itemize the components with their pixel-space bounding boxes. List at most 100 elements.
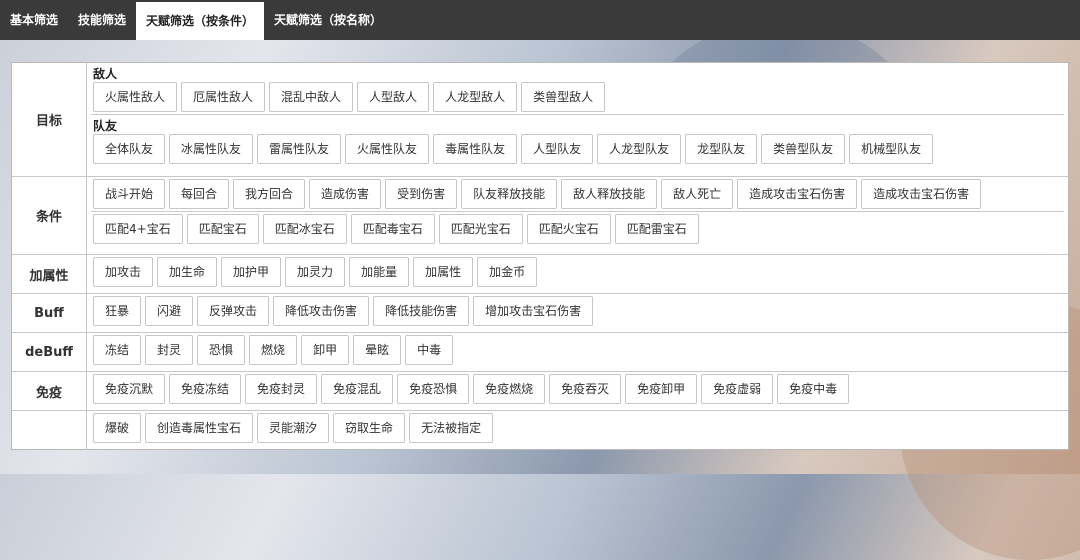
gem-filter-chip[interactable]: 匹配宝石 <box>186 214 259 244</box>
immune-filter-chip[interactable]: 免疫虚弱 <box>701 374 774 404</box>
ally-filter-chip[interactable]: 机械型队友 <box>849 134 934 164</box>
enemy-filter-chip[interactable]: 人型敌人 <box>357 82 430 112</box>
chips-ally: 全体队友 冰属性队友 雷属性队友 火属性队友 毒属性队友 人型队友 人龙型队友 龙型队友 类兽型… <box>91 134 1064 164</box>
buff-filter-chip[interactable]: 降低技能伤害 <box>373 296 470 326</box>
other-filter-chip[interactable]: 无法被指定 <box>409 413 494 443</box>
chips-condition-1: 战斗开始 每回合 我方回合 造成伤害 受到伤害 队友释放技能 敌人释放技能 敌人死亡 造成攻击宝… <box>91 179 1064 209</box>
chips-attr: 加攻击 加生命 加护甲 加灵力 加能量 加属性 加金币 <box>91 257 1064 287</box>
buff-filter-chip[interactable]: 反弹攻击 <box>197 296 270 326</box>
gem-filter-chip[interactable]: 匹配雷宝石 <box>614 214 699 244</box>
buff-filter-chip[interactable]: 狂暴 <box>93 296 142 326</box>
immune-filter-chip[interactable]: 免疫中毒 <box>777 374 850 404</box>
row-label-immune: 免疫 <box>12 372 87 410</box>
other-filter-chip[interactable]: 创造毒属性宝石 <box>145 413 254 443</box>
debuff-filter-chip[interactable]: 卸甲 <box>301 335 350 365</box>
filter-panel: 目标 敌人 火属性敌人 厄属性敌人 混乱中敌人 人型敌人 人龙型敌人 类兽型敌人 队友 全… <box>11 62 1069 450</box>
row-debuff: deBuff 冻结 封灵 恐惧 燃烧 卸甲 晕眩 中毒 <box>12 333 1068 372</box>
enemy-filter-chip[interactable]: 类兽型敌人 <box>521 82 606 112</box>
immune-filter-chip[interactable]: 免疫卸甲 <box>625 374 698 404</box>
condition-filter-chip[interactable]: 造成攻击宝石伤害 <box>737 179 858 209</box>
attr-filter-chip[interactable]: 加生命 <box>157 257 218 287</box>
condition-content: 战斗开始 每回合 我方回合 造成伤害 受到伤害 队友释放技能 敌人释放技能 敌人死亡 造成攻击宝… <box>87 177 1068 254</box>
immune-content: 免疫沉默 免疫冻结 免疫封灵 免疫混乱 免疫恐惧 免疫燃烧 免疫吞灭 免疫卸甲 免疫虚弱 免疫中毒 <box>87 372 1068 410</box>
chips-condition-2: 匹配4+宝石 匹配宝石 匹配冰宝石 匹配毒宝石 匹配光宝石 匹配火宝石 匹配雷宝石 <box>91 214 1064 244</box>
enemy-filter-chip[interactable]: 人龙型敌人 <box>433 82 518 112</box>
condition-filter-chip[interactable]: 我方回合 <box>233 179 306 209</box>
immune-filter-chip[interactable]: 免疫混乱 <box>321 374 394 404</box>
group-immune: 免疫沉默 免疫冻结 免疫封灵 免疫混乱 免疫恐惧 免疫燃烧 免疫吞灭 免疫卸甲 免疫虚弱 免疫中毒 <box>91 372 1064 406</box>
enemy-filter-chip[interactable]: 混乱中敌人 <box>269 82 354 112</box>
gem-filter-chip[interactable]: 匹配火宝石 <box>526 214 611 244</box>
ally-filter-chip[interactable]: 类兽型队友 <box>761 134 846 164</box>
condition-filter-chip[interactable]: 队友释放技能 <box>461 179 558 209</box>
gem-filter-chip[interactable]: 匹配冰宝石 <box>262 214 347 244</box>
ally-filter-chip[interactable]: 人型队友 <box>521 134 594 164</box>
ally-filter-chip[interactable]: 毒属性队友 <box>433 134 518 164</box>
chips-buff: 狂暴 闪避 反弹攻击 降低攻击伤害 降低技能伤害 增加攻击宝石伤害 <box>91 296 1064 326</box>
debuff-filter-chip[interactable]: 冻结 <box>93 335 142 365</box>
attr-filter-chip[interactable]: 加能量 <box>349 257 410 287</box>
debuff-filter-chip[interactable]: 晕眩 <box>353 335 402 365</box>
ally-filter-chip[interactable]: 火属性队友 <box>345 134 430 164</box>
row-label-other <box>12 411 87 449</box>
other-filter-chip[interactable]: 窃取生命 <box>333 413 406 443</box>
attr-filter-chip[interactable]: 加攻击 <box>93 257 154 287</box>
condition-filter-chip[interactable]: 受到伤害 <box>385 179 458 209</box>
ally-filter-chip[interactable]: 冰属性队友 <box>169 134 254 164</box>
debuff-filter-chip[interactable]: 恐惧 <box>197 335 246 365</box>
ally-filter-chip[interactable]: 雷属性队友 <box>257 134 342 164</box>
row-label-target: 目标 <box>12 63 87 176</box>
immune-filter-chip[interactable]: 免疫封灵 <box>245 374 318 404</box>
condition-filter-chip[interactable]: 战斗开始 <box>93 179 166 209</box>
other-filter-chip[interactable]: 爆破 <box>93 413 142 443</box>
attr-filter-chip[interactable]: 加属性 <box>413 257 474 287</box>
tab-talent-by-name[interactable]: 天赋筛选（按名称） <box>264 0 392 40</box>
condition-filter-chip[interactable]: 造成伤害 <box>309 179 382 209</box>
attr-filter-chip[interactable]: 加护甲 <box>221 257 282 287</box>
immune-filter-chip[interactable]: 免疫沉默 <box>93 374 166 404</box>
target-content: 敌人 火属性敌人 厄属性敌人 混乱中敌人 人型敌人 人龙型敌人 类兽型敌人 队友 全体队友… <box>87 63 1068 176</box>
row-label-debuff: deBuff <box>12 333 87 371</box>
tab-talent-by-condition[interactable]: 天赋筛选（按条件） <box>136 2 265 40</box>
chips-enemy: 火属性敌人 厄属性敌人 混乱中敌人 人型敌人 人龙型敌人 类兽型敌人 <box>91 82 1064 112</box>
tab-basic-filter[interactable]: 基本筛选 <box>0 0 68 40</box>
ally-filter-chip[interactable]: 全体队友 <box>93 134 166 164</box>
gem-filter-chip[interactable]: 匹配4+宝石 <box>93 214 183 244</box>
row-buff: Buff 狂暴 闪避 反弹攻击 降低攻击伤害 降低技能伤害 增加攻击宝石伤害 <box>12 294 1068 333</box>
row-condition: 条件 战斗开始 每回合 我方回合 造成伤害 受到伤害 队友释放技能 敌人释放技能 敌人死亡 造成… <box>12 177 1068 255</box>
group-debuff: 冻结 封灵 恐惧 燃烧 卸甲 晕眩 中毒 <box>91 333 1064 367</box>
condition-filter-chip[interactable]: 造成攻击宝石伤害 <box>861 179 982 209</box>
buff-filter-chip[interactable]: 闪避 <box>145 296 194 326</box>
group-condition-2: 匹配4+宝石 匹配宝石 匹配冰宝石 匹配毒宝石 匹配光宝石 匹配火宝石 匹配雷宝石 <box>91 211 1064 246</box>
tab-skill-filter[interactable]: 技能筛选 <box>68 0 136 40</box>
immune-filter-chip[interactable]: 免疫恐惧 <box>397 374 470 404</box>
buff-content: 狂暴 闪避 反弹攻击 降低攻击伤害 降低技能伤害 增加攻击宝石伤害 <box>87 294 1068 332</box>
immune-filter-chip[interactable]: 免疫燃烧 <box>473 374 546 404</box>
immune-filter-chip[interactable]: 免疫吞灭 <box>549 374 622 404</box>
enemy-filter-chip[interactable]: 火属性敌人 <box>93 82 178 112</box>
gem-filter-chip[interactable]: 匹配光宝石 <box>438 214 523 244</box>
condition-filter-chip[interactable]: 敌人释放技能 <box>561 179 658 209</box>
row-label-buff: Buff <box>12 294 87 332</box>
attr-filter-chip[interactable]: 加金币 <box>477 257 538 287</box>
debuff-filter-chip[interactable]: 封灵 <box>145 335 194 365</box>
group-attr: 加攻击 加生命 加护甲 加灵力 加能量 加属性 加金币 <box>91 255 1064 289</box>
attr-filter-chip[interactable]: 加灵力 <box>285 257 346 287</box>
debuff-filter-chip[interactable]: 中毒 <box>405 335 454 365</box>
row-immune: 免疫 免疫沉默 免疫冻结 免疫封灵 免疫混乱 免疫恐惧 免疫燃烧 免疫吞灭 免疫卸甲 免疫虚弱免… <box>12 372 1068 411</box>
ally-filter-chip[interactable]: 人龙型队友 <box>597 134 682 164</box>
condition-filter-chip[interactable]: 每回合 <box>169 179 230 209</box>
ally-filter-chip[interactable]: 龙型队友 <box>685 134 758 164</box>
row-label-attr: 加属性 <box>12 255 87 293</box>
buff-filter-chip[interactable]: 增加攻击宝石伤害 <box>473 296 594 326</box>
enemy-filter-chip[interactable]: 厄属性敌人 <box>181 82 266 112</box>
buff-filter-chip[interactable]: 降低攻击伤害 <box>273 296 370 326</box>
condition-filter-chip[interactable]: 敌人死亡 <box>661 179 734 209</box>
group-condition-1: 战斗开始 每回合 我方回合 造成伤害 受到伤害 队友释放技能 敌人释放技能 敌人死亡 造成攻击宝… <box>91 177 1064 211</box>
row-attr: 加属性 加攻击 加生命 加护甲 加灵力 加能量 加属性 加金币 <box>12 255 1068 294</box>
gem-filter-chip[interactable]: 匹配毒宝石 <box>350 214 435 244</box>
group-other: 爆破 创造毒属性宝石 灵能潮汐 窃取生命 无法被指定 <box>91 411 1064 445</box>
other-filter-chip[interactable]: 灵能潮汐 <box>257 413 330 443</box>
debuff-filter-chip[interactable]: 燃烧 <box>249 335 298 365</box>
immune-filter-chip[interactable]: 免疫冻结 <box>169 374 242 404</box>
